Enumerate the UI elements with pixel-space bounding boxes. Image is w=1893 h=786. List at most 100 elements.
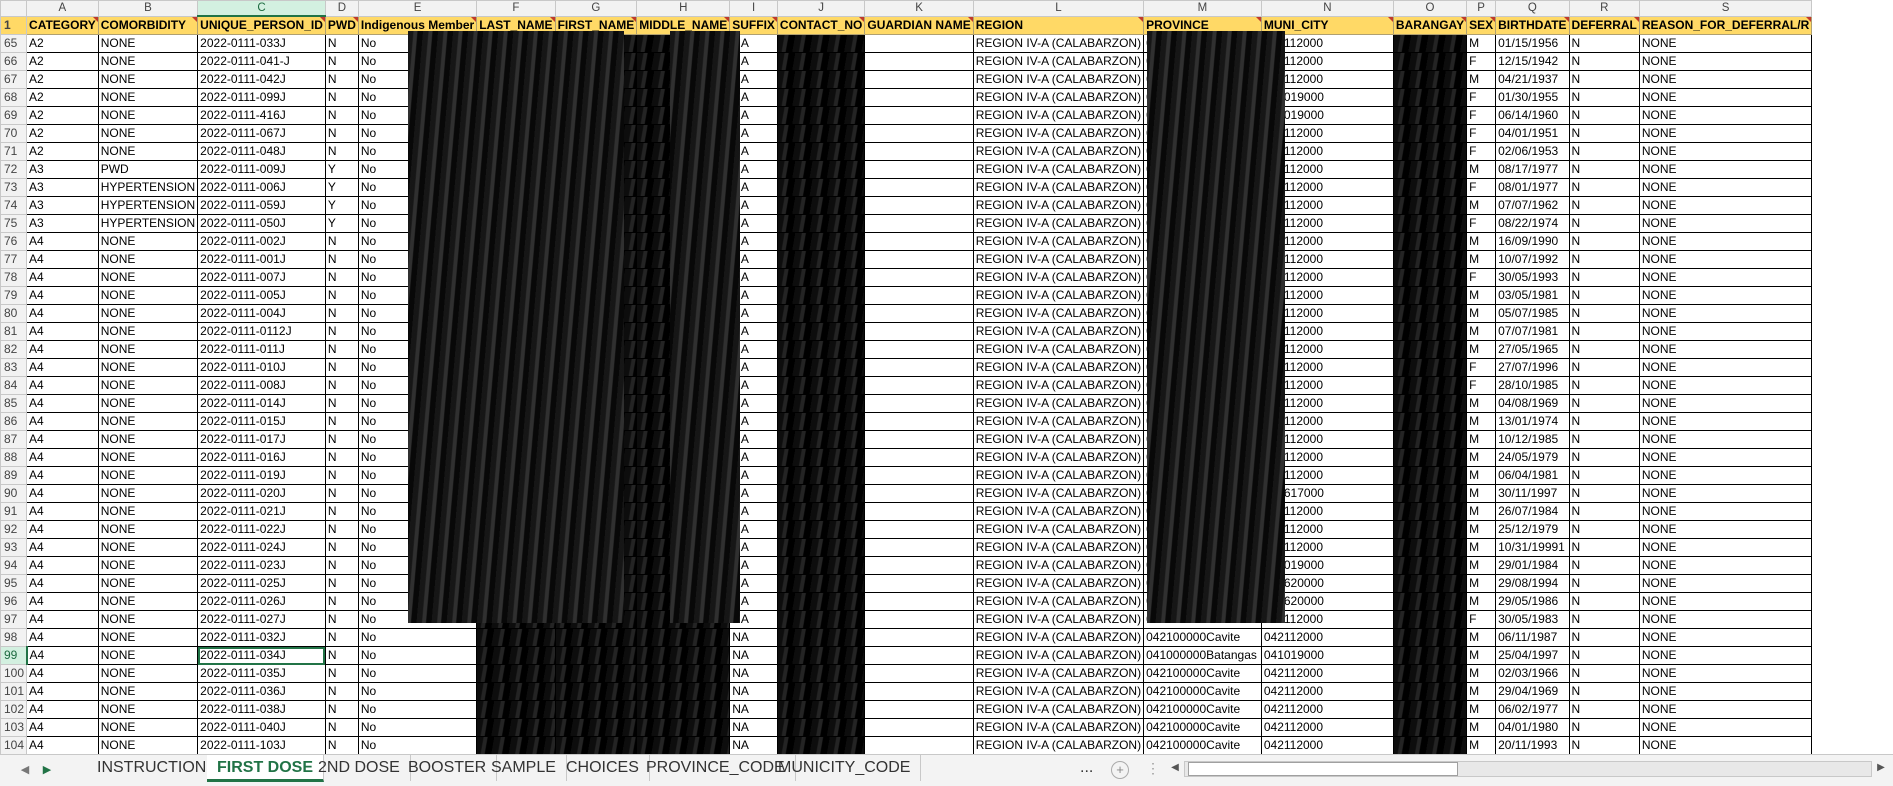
sex-cell[interactable]: M [1466,520,1497,539]
deferral-cell[interactable]: N [1568,682,1640,701]
row-number[interactable]: 102 [0,700,28,719]
birthdate-cell[interactable]: 29/04/1969 [1495,682,1570,701]
comorbidity-cell[interactable]: NONE [97,286,199,305]
reason-cell[interactable]: NONE [1638,178,1813,197]
row-number[interactable]: 77 [0,250,28,269]
header-cell[interactable]: DEFERRAL [1568,15,1640,35]
barangay-cell[interactable] [1392,538,1468,557]
header-cell[interactable]: GUARDIAN NAME [864,15,974,35]
pwd-cell[interactable]: N [324,304,359,323]
contact-cell[interactable] [776,394,866,413]
column-header-r[interactable]: R [1568,0,1640,17]
pwd-cell[interactable]: Y [324,196,359,215]
column-header-l[interactable]: L [972,0,1145,17]
row-number[interactable]: 92 [0,520,28,539]
contact-cell[interactable] [776,214,866,233]
contact-cell[interactable] [776,88,866,107]
deferral-cell[interactable]: N [1568,736,1640,754]
barangay-cell[interactable] [1392,70,1468,89]
comorbidity-cell[interactable]: NONE [97,574,199,593]
first-name-cell[interactable] [554,718,638,737]
guardian-cell[interactable] [864,214,974,233]
first-name-cell[interactable] [554,628,638,647]
sex-cell[interactable]: M [1466,646,1497,665]
category-cell[interactable]: A4 [26,610,99,629]
category-cell[interactable]: A2 [26,70,99,89]
barangay-cell[interactable] [1392,430,1468,449]
category-cell[interactable]: A3 [26,196,99,215]
unique-id-cell[interactable]: 2022-0111-004J [197,304,326,323]
pwd-cell[interactable]: N [324,466,359,485]
suffix-cell[interactable]: NA [729,682,778,701]
birthdate-cell[interactable]: 08/22/1974 [1495,214,1570,233]
barangay-cell[interactable] [1392,304,1468,323]
deferral-cell[interactable]: N [1568,142,1640,161]
sex-cell[interactable]: F [1466,52,1497,71]
guardian-cell[interactable] [864,196,974,215]
category-cell[interactable]: A4 [26,268,99,287]
unique-id-cell[interactable]: 2022-0111-0112J [197,322,326,341]
row-number[interactable]: 65 [0,34,28,53]
sex-cell[interactable]: F [1466,376,1497,395]
barangay-cell[interactable] [1392,448,1468,467]
category-cell[interactable]: A4 [26,646,99,665]
sex-cell[interactable]: F [1466,88,1497,107]
middle-name-cell[interactable] [636,700,731,719]
category-cell[interactable]: A3 [26,214,99,233]
comorbidity-cell[interactable]: NONE [97,322,199,341]
comorbidity-cell[interactable]: HYPERTENSION [97,196,199,215]
region-cell[interactable]: REGION IV-A (CALABARZON) [972,502,1145,521]
category-cell[interactable]: A4 [26,736,99,754]
barangay-cell[interactable] [1392,682,1468,701]
province-cell[interactable]: 042100000Cavite [1143,628,1262,647]
column-header-h[interactable]: H [636,0,731,17]
row-number[interactable]: 90 [0,484,28,503]
contact-cell[interactable] [776,124,866,143]
deferral-cell[interactable]: N [1568,556,1640,575]
pwd-cell[interactable]: N [324,520,359,539]
middle-name-cell[interactable] [636,682,731,701]
barangay-cell[interactable] [1392,124,1468,143]
column-header-i[interactable]: I [729,0,778,17]
pwd-cell[interactable]: N [324,646,359,665]
deferral-cell[interactable]: N [1568,520,1640,539]
deferral-cell[interactable]: N [1568,376,1640,395]
scroll-left-icon[interactable]: ◀ [1168,760,1182,776]
sex-cell[interactable]: M [1466,160,1497,179]
row-number[interactable]: 88 [0,448,28,467]
barangay-cell[interactable] [1392,664,1468,683]
region-cell[interactable]: REGION IV-A (CALABARZON) [972,718,1145,737]
row-number[interactable]: 103 [0,718,28,737]
category-cell[interactable]: A4 [26,538,99,557]
row-number[interactable]: 93 [0,538,28,557]
reason-cell[interactable]: NONE [1638,214,1813,233]
pwd-cell[interactable]: N [324,232,359,251]
region-cell[interactable]: REGION IV-A (CALABARZON) [972,394,1145,413]
barangay-cell[interactable] [1392,556,1468,575]
pwd-cell[interactable]: N [324,664,359,683]
deferral-cell[interactable]: N [1568,394,1640,413]
tab-2nd-dose[interactable]: 2ND DOSE [308,755,411,781]
indigenous-cell[interactable]: No [357,700,478,719]
unique-id-cell[interactable]: 2022-0111-010J [197,358,326,377]
deferral-cell[interactable]: N [1568,286,1640,305]
unique-id-cell[interactable]: 2022-0111-006J [197,178,326,197]
unique-id-cell[interactable]: 2022-0111-048J [197,142,326,161]
row-number[interactable]: 85 [0,394,28,413]
region-cell[interactable]: REGION IV-A (CALABARZON) [972,682,1145,701]
unique-id-cell[interactable]: 2022-0111-019J [197,466,326,485]
sex-cell[interactable]: F [1466,124,1497,143]
row-number[interactable]: 89 [0,466,28,485]
region-cell[interactable]: REGION IV-A (CALABARZON) [972,106,1145,125]
comorbidity-cell[interactable]: NONE [97,304,199,323]
row-number[interactable]: 97 [0,610,28,629]
region-cell[interactable]: REGION IV-A (CALABARZON) [972,142,1145,161]
contact-cell[interactable] [776,592,866,611]
comorbidity-cell[interactable]: NONE [97,340,199,359]
header-cell[interactable]: BIRTHDATE [1495,15,1570,35]
sex-cell[interactable]: M [1466,592,1497,611]
contact-cell[interactable] [776,376,866,395]
region-cell[interactable]: REGION IV-A (CALABARZON) [972,610,1145,629]
region-cell[interactable]: REGION IV-A (CALABARZON) [972,268,1145,287]
contact-cell[interactable] [776,466,866,485]
